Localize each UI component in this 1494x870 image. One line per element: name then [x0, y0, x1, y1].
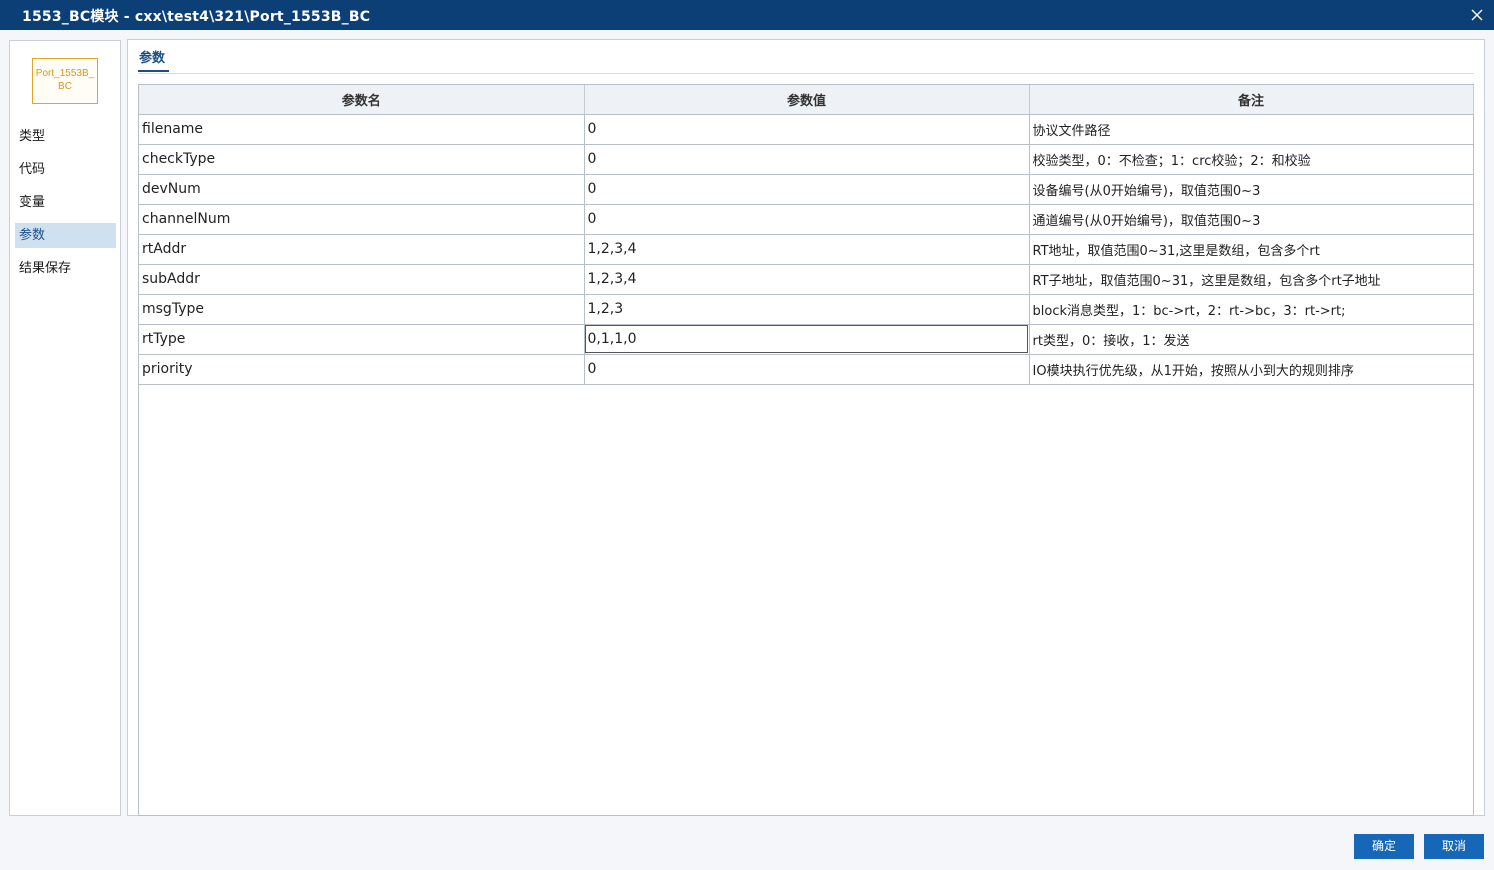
param-note-cell[interactable]: rt类型，0：接收，1：发送: [1029, 324, 1474, 355]
param-note-cell[interactable]: RT地址，取值范围0~31,这里是数组，包含多个rt: [1029, 234, 1474, 265]
param-name-cell[interactable]: rtType: [139, 324, 585, 355]
title-bar: 1553_BC模块 - cxx\test4\321\Port_1553B_BC: [0, 0, 1494, 30]
param-note-cell[interactable]: 通道编号(从0开始编号)，取值范围0~3: [1029, 204, 1474, 235]
sidebar-item-type[interactable]: 类型: [15, 124, 116, 149]
column-header-value[interactable]: 参数值: [584, 85, 1030, 115]
param-value-cell[interactable]: 0: [584, 174, 1030, 205]
param-value-cell[interactable]: 1,2,3,4: [584, 264, 1030, 295]
table-row[interactable]: rtType 0,1,1,0 rt类型，0：接收，1：发送: [139, 324, 1474, 355]
table-row[interactable]: filename 0 协议文件路径: [139, 114, 1474, 145]
table-row[interactable]: devNum 0 设备编号(从0开始编号)，取值范围0~3: [139, 174, 1474, 205]
window-title: 1553_BC模块 - cxx\test4\321\Port_1553B_BC: [22, 9, 371, 25]
table-row[interactable]: rtAddr 1,2,3,4 RT地址，取值范围0~31,这里是数组，包含多个r…: [139, 234, 1474, 265]
param-name-cell[interactable]: checkType: [139, 144, 585, 175]
param-value-cell-editing[interactable]: 0,1,1,0: [584, 324, 1030, 355]
param-value-cell[interactable]: 0: [584, 354, 1030, 385]
table-row[interactable]: priority 0 IO模块执行优先级，从1开始，按照从小到大的规则排序: [139, 354, 1474, 385]
column-header-name[interactable]: 参数名: [139, 85, 585, 115]
dialog-body: Port_1553B_BC 类型 代码 变量 参数 结果保存 参数 参数名 参数…: [0, 30, 1494, 870]
sidebar-nav: 类型 代码 变量 参数 结果保存: [15, 124, 116, 289]
param-name-cell[interactable]: subAddr: [139, 264, 585, 295]
param-value-cell[interactable]: 0: [584, 114, 1030, 145]
table-row[interactable]: msgType 1,2,3 block消息类型，1：bc->rt，2：rt->b…: [139, 294, 1474, 325]
param-note-cell[interactable]: 协议文件路径: [1029, 114, 1474, 145]
sidebar-item-result-save[interactable]: 结果保存: [15, 256, 116, 281]
main-panel: 参数 参数名 参数值 备注 filename 0 协议文件路径 checkTyp…: [127, 39, 1485, 816]
table-header-row: 参数名 参数值 备注: [139, 85, 1474, 115]
param-value-cell[interactable]: 0: [584, 204, 1030, 235]
param-note-cell[interactable]: 设备编号(从0开始编号)，取值范围0~3: [1029, 174, 1474, 205]
sidebar: Port_1553B_BC 类型 代码 变量 参数 结果保存: [9, 40, 121, 816]
param-name-cell[interactable]: devNum: [139, 174, 585, 205]
sidebar-item-parameters[interactable]: 参数: [15, 223, 116, 248]
table-row[interactable]: subAddr 1,2,3,4 RT子地址，取值范围0~31，这里是数组，包含多…: [139, 264, 1474, 295]
confirm-button[interactable]: 确定: [1354, 834, 1414, 859]
sidebar-item-code[interactable]: 代码: [15, 157, 116, 182]
param-name-cell[interactable]: filename: [139, 114, 585, 145]
param-value-cell[interactable]: 0: [584, 144, 1030, 175]
param-name-cell[interactable]: channelNum: [139, 204, 585, 235]
param-name-cell[interactable]: priority: [139, 354, 585, 385]
param-name-cell[interactable]: msgType: [139, 294, 585, 325]
cancel-button[interactable]: 取消: [1424, 834, 1484, 859]
param-note-cell[interactable]: 校验类型，0：不检查；1：crc校验；2：和校验: [1029, 144, 1474, 175]
table-row[interactable]: channelNum 0 通道编号(从0开始编号)，取值范围0~3: [139, 204, 1474, 235]
module-block-icon: Port_1553B_BC: [32, 58, 98, 104]
param-value-cell[interactable]: 1,2,3: [584, 294, 1030, 325]
close-icon[interactable]: [1466, 3, 1490, 27]
param-name-cell[interactable]: rtAddr: [139, 234, 585, 265]
param-note-cell[interactable]: IO模块执行优先级，从1开始，按照从小到大的规则排序: [1029, 354, 1474, 385]
tab-divider: [138, 73, 1474, 74]
param-note-cell[interactable]: block消息类型，1：bc->rt，2：rt->bc，3：rt->rt;: [1029, 294, 1474, 325]
column-header-note[interactable]: 备注: [1029, 85, 1474, 115]
sidebar-item-variables[interactable]: 变量: [15, 190, 116, 215]
param-note-cell[interactable]: RT子地址，取值范围0~31，这里是数组，包含多个rt子地址: [1029, 264, 1474, 295]
param-value-cell[interactable]: 1,2,3,4: [584, 234, 1030, 265]
table-row[interactable]: checkType 0 校验类型，0：不检查；1：crc校验；2：和校验: [139, 144, 1474, 175]
tab-active-indicator: [138, 70, 169, 72]
parameter-table: 参数名 参数值 备注 filename 0 协议文件路径 checkType 0…: [138, 84, 1474, 816]
